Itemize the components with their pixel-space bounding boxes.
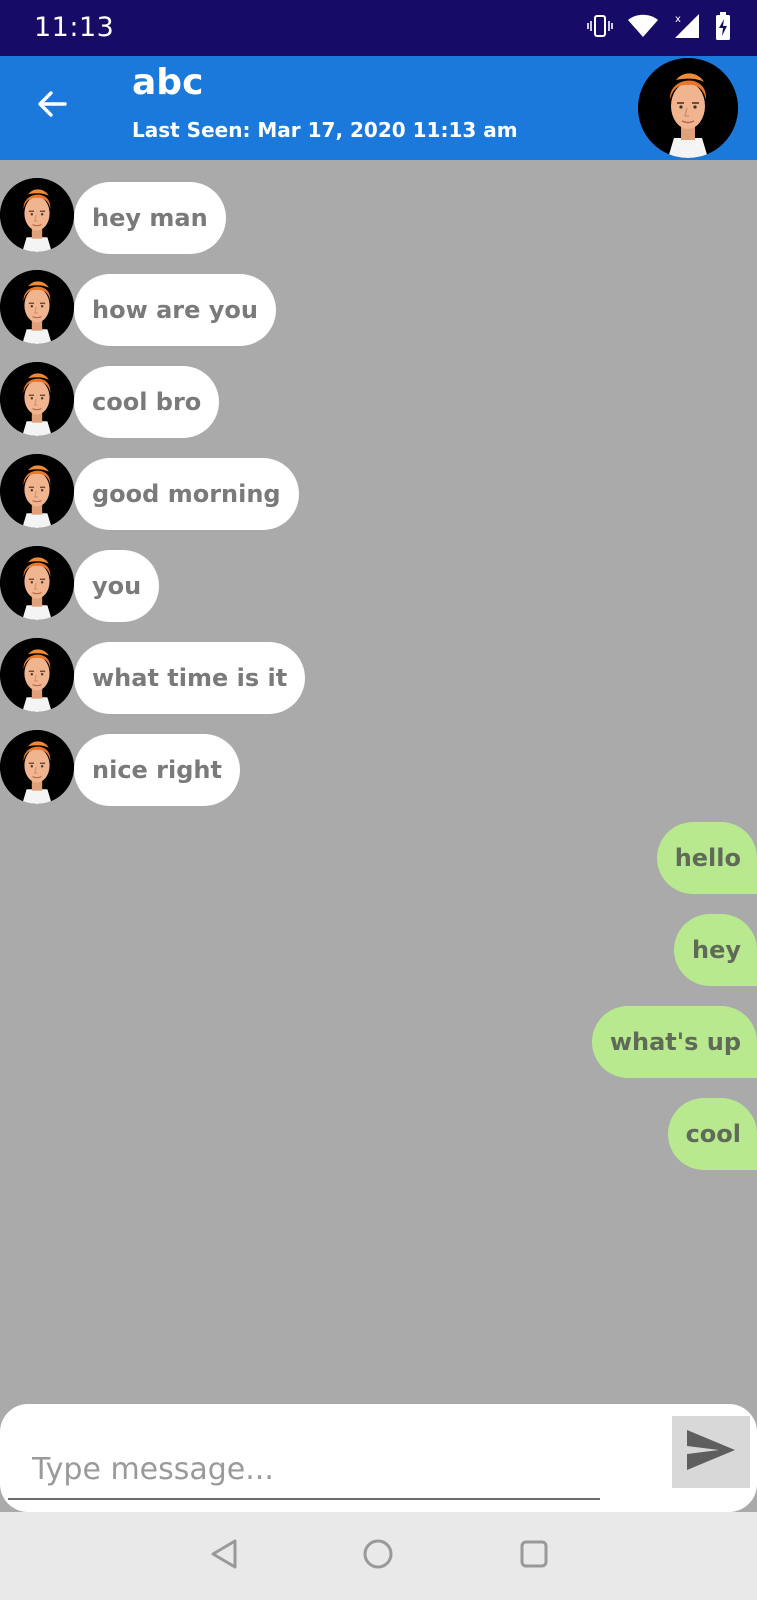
- incoming-message-bubble[interactable]: what time is it: [74, 642, 306, 714]
- avatar: [0, 362, 74, 436]
- signal-icon: x: [673, 12, 701, 44]
- avatar: [0, 270, 74, 344]
- outgoing-message-bubble[interactable]: cool: [667, 1098, 757, 1170]
- nav-home-icon: [362, 1538, 394, 1574]
- avatar-icon: [0, 362, 74, 436]
- nav-back-icon: [209, 1538, 239, 1574]
- avatar: [0, 546, 74, 620]
- system-nav-bar: [0, 1512, 757, 1600]
- avatar[interactable]: [638, 58, 738, 158]
- avatar-icon: [0, 638, 74, 712]
- avatar-icon: [0, 546, 74, 620]
- vibrate-icon: [587, 13, 613, 43]
- avatar: [0, 730, 74, 804]
- app-bar: abc Last Seen: Mar 17, 2020 11:13 am: [0, 56, 757, 160]
- status-icons: x: [587, 12, 731, 44]
- message-input[interactable]: [8, 1420, 600, 1500]
- send-icon: [685, 1428, 737, 1476]
- arrow-back-icon: [35, 87, 69, 125]
- nav-home-button[interactable]: [356, 1534, 400, 1578]
- outgoing-message-bubble[interactable]: hello: [656, 822, 757, 894]
- avatar-icon: [0, 454, 74, 528]
- avatar: [0, 638, 74, 712]
- status-bar: 11:13 x: [0, 0, 757, 56]
- nav-recents-button[interactable]: [512, 1534, 556, 1578]
- incoming-message-bubble[interactable]: nice right: [74, 734, 240, 806]
- nav-recents-icon: [519, 1539, 549, 1573]
- outgoing-message-bubble[interactable]: what's up: [591, 1006, 757, 1078]
- svg-text:x: x: [675, 14, 681, 25]
- page-title: abc: [132, 62, 204, 103]
- incoming-message-bubble[interactable]: cool bro: [74, 366, 220, 438]
- incoming-message-bubble[interactable]: good morning: [74, 458, 299, 530]
- avatar-icon: [0, 178, 74, 252]
- message-list[interactable]: hey man how are you cool bro good mornin…: [0, 160, 757, 1404]
- battery-charging-icon: [715, 12, 731, 44]
- send-button[interactable]: [672, 1416, 750, 1488]
- avatar: [0, 178, 74, 252]
- nav-back-button[interactable]: [202, 1534, 246, 1578]
- incoming-message-bubble[interactable]: hey man: [74, 182, 226, 254]
- incoming-message-bubble[interactable]: how are you: [74, 274, 276, 346]
- wifi-icon: [627, 13, 659, 43]
- avatar-icon: [0, 270, 74, 344]
- back-button[interactable]: [28, 82, 76, 130]
- last-seen-text: Last Seen: Mar 17, 2020 11:13 am: [132, 118, 518, 142]
- avatar-icon: [638, 58, 738, 158]
- status-time: 11:13: [34, 12, 115, 43]
- outgoing-message-bubble[interactable]: hey: [673, 914, 757, 986]
- message-composer: [0, 1404, 757, 1512]
- avatar-icon: [0, 730, 74, 804]
- avatar: [0, 454, 74, 528]
- incoming-message-bubble[interactable]: you: [74, 550, 160, 622]
